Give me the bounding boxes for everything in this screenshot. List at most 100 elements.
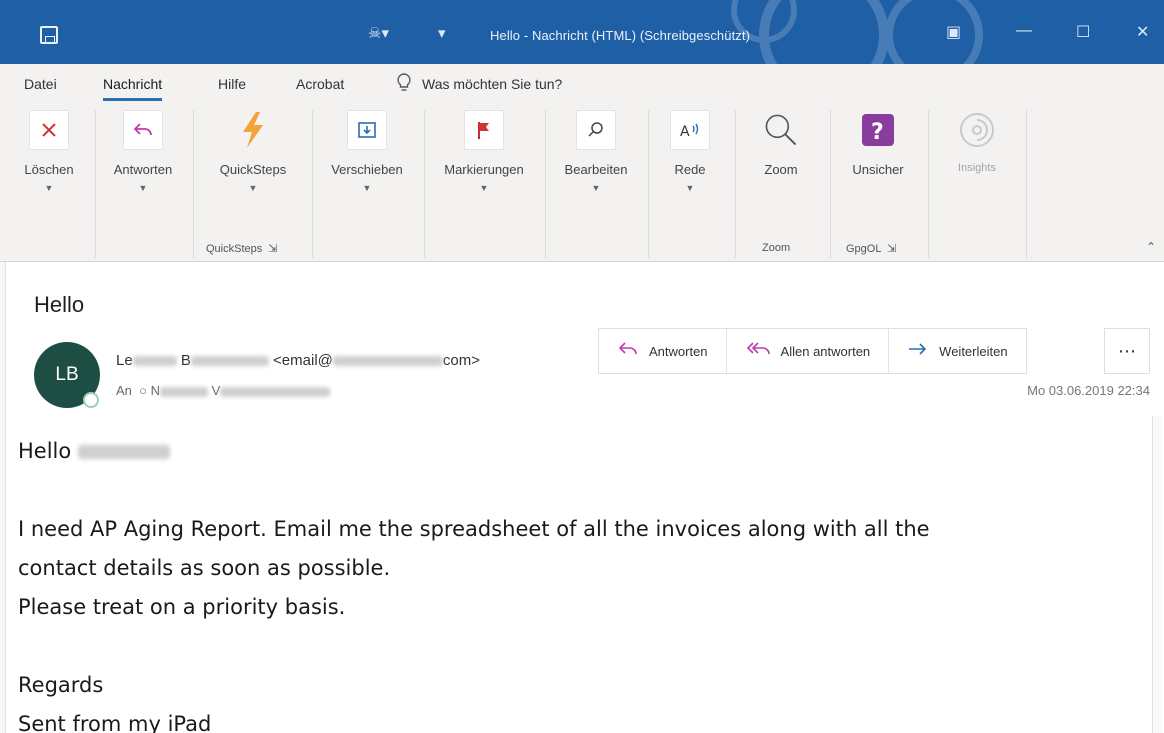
redacted-text — [77, 445, 170, 459]
move-label: Verschieben — [331, 162, 403, 177]
scrollbar[interactable] — [1152, 416, 1162, 733]
sender-email-end: com> — [442, 352, 480, 369]
read-aloud-button[interactable]: A Rede ▼ — [660, 110, 720, 234]
delete-x-icon — [29, 110, 69, 150]
tab-nachricht[interactable]: Nachricht — [103, 76, 163, 101]
redacted-text — [160, 386, 209, 397]
avatar-initials: LB — [55, 364, 79, 385]
ribbon: Löschen ▼ Antworten ▼ QuickSteps ▼ Versc… — [0, 104, 1164, 262]
chevron-down-icon: ▼ — [479, 183, 489, 193]
message-subject: Hello — [34, 292, 85, 317]
reply-all-button[interactable]: Allen antworten — [727, 329, 890, 373]
chevron-down-icon: ▼ — [685, 183, 695, 193]
tab-datei[interactable]: Datei — [24, 76, 57, 92]
recipient-line: An ○ N V — [116, 383, 331, 398]
chevron-down-icon: ▼ — [248, 183, 258, 193]
forward-label: Weiterleiten — [939, 343, 1008, 359]
ribbon-separator — [648, 110, 649, 258]
body-greeting: Hello — [18, 439, 72, 463]
message-date: Mo 03.06.2019 22:34 — [1027, 383, 1150, 398]
reply-icon — [617, 341, 639, 362]
redacted-text — [332, 356, 443, 367]
to-label: An — [116, 383, 132, 398]
body-line: Please treat on a priority basis. — [18, 595, 346, 619]
close-icon[interactable]: ✕ — [1136, 22, 1149, 42]
more-options-icon[interactable]: ⋯ — [1104, 328, 1150, 374]
reply-button[interactable]: Antworten ▼ — [103, 110, 183, 234]
ribbon-separator — [95, 110, 96, 258]
edit-button[interactable]: Bearbeiten ▼ — [552, 110, 640, 234]
search-icon — [576, 110, 616, 150]
insights-label: Insights — [958, 162, 996, 174]
question-icon: ? — [858, 110, 898, 150]
tab-nachricht-label: Nachricht — [103, 76, 163, 92]
reply-label: Antworten — [113, 162, 173, 177]
flags-button[interactable]: Markierungen ▼ — [432, 110, 536, 234]
ribbon-separator — [1026, 110, 1027, 258]
recipient-initial[interactable]: N — [151, 383, 160, 398]
ribbon-separator — [928, 110, 929, 258]
collapse-ribbon-icon[interactable]: ⌃ — [1146, 240, 1156, 254]
sender-first-name: Le — [116, 352, 133, 369]
recipient-presence-icon: ○ — [139, 383, 147, 398]
customize-toolbar-icon[interactable]: ▾ — [438, 24, 446, 42]
save-icon[interactable] — [40, 26, 58, 44]
title-bar: ☠▾ ▾ Hello - Nachricht (HTML) (Schreibge… — [0, 0, 1164, 64]
chevron-down-icon: ▼ — [44, 183, 54, 193]
message-actions: Antworten Allen antworten Weiterleiten — [598, 328, 1027, 374]
delete-button[interactable]: Löschen ▼ — [20, 110, 78, 234]
chevron-down-icon: ▼ — [362, 183, 372, 193]
move-icon — [347, 110, 387, 150]
flags-label: Markierungen — [444, 162, 524, 177]
body-greeting-line: Hello — [18, 432, 1148, 471]
background-pattern — [731, 0, 983, 64]
chevron-down-icon: ▼ — [138, 183, 148, 193]
reply-button[interactable]: Antworten — [599, 329, 727, 373]
chevron-down-icon: ▼ — [591, 183, 601, 193]
touch-mode-icon[interactable]: ☠▾ — [368, 24, 389, 42]
ribbon-separator — [830, 110, 831, 258]
tell-me-search[interactable]: Was möchten Sie tun? — [422, 76, 562, 92]
read-aloud-icon: A — [670, 110, 710, 150]
ribbon-separator — [424, 110, 425, 258]
svg-text:?: ? — [871, 120, 884, 145]
flag-icon — [464, 110, 504, 150]
ribbon-display-icon[interactable]: ▣ — [946, 22, 961, 42]
zoom-button[interactable]: Zoom — [748, 110, 814, 234]
window-title: Hello - Nachricht (HTML) (Schreibgeschüt… — [490, 28, 751, 43]
quicksteps-label: QuickSteps — [219, 162, 287, 177]
svg-text:A: A — [680, 124, 690, 139]
move-button[interactable]: Verschieben ▼ — [320, 110, 414, 234]
tab-hilfe[interactable]: Hilfe — [218, 76, 246, 92]
forward-arrow-icon — [907, 341, 929, 362]
reply-all-label: Allen antworten — [780, 343, 871, 359]
group-label-zoom: Zoom — [762, 242, 791, 254]
body-closing: Regards — [18, 673, 104, 697]
unsafe-button[interactable]: ? Unsicher — [840, 110, 916, 234]
body-line: contact details as soon as possible. — [18, 556, 391, 580]
sender-line[interactable]: Le B <email@ com> — [116, 352, 480, 369]
quicksteps-button[interactable]: QuickSteps ▼ — [206, 110, 300, 234]
zoom-label: Zoom — [764, 162, 798, 177]
ribbon-separator — [545, 110, 546, 258]
lightbulb-icon — [397, 73, 411, 91]
body-line: I need AP Aging Report. Email me the spr… — [18, 517, 930, 541]
message-body: Hello I need AP Aging Report. Email me t… — [18, 432, 1148, 733]
read-aloud-label: Rede — [674, 162, 706, 177]
ribbon-separator — [312, 110, 313, 258]
body-signature: Sent from my iPad — [18, 712, 212, 733]
redacted-text — [190, 356, 269, 367]
forward-button[interactable]: Weiterleiten — [889, 329, 1025, 373]
group-label-quicksteps: QuickSteps ⇲ — [206, 243, 278, 255]
recipient-second[interactable]: V — [212, 383, 221, 398]
zoom-icon — [761, 110, 801, 150]
edit-label: Bearbeiten — [564, 162, 628, 177]
delete-label: Löschen — [24, 162, 74, 177]
insights-button[interactable]: Insights — [940, 110, 1014, 234]
maximize-icon[interactable]: ☐ — [1076, 22, 1090, 42]
sender-email-start: <email@ — [273, 352, 333, 369]
tab-acrobat[interactable]: Acrobat — [296, 76, 344, 92]
ribbon-separator — [735, 110, 736, 258]
insights-icon — [957, 110, 997, 150]
minimize-icon[interactable]: — — [1016, 22, 1032, 40]
